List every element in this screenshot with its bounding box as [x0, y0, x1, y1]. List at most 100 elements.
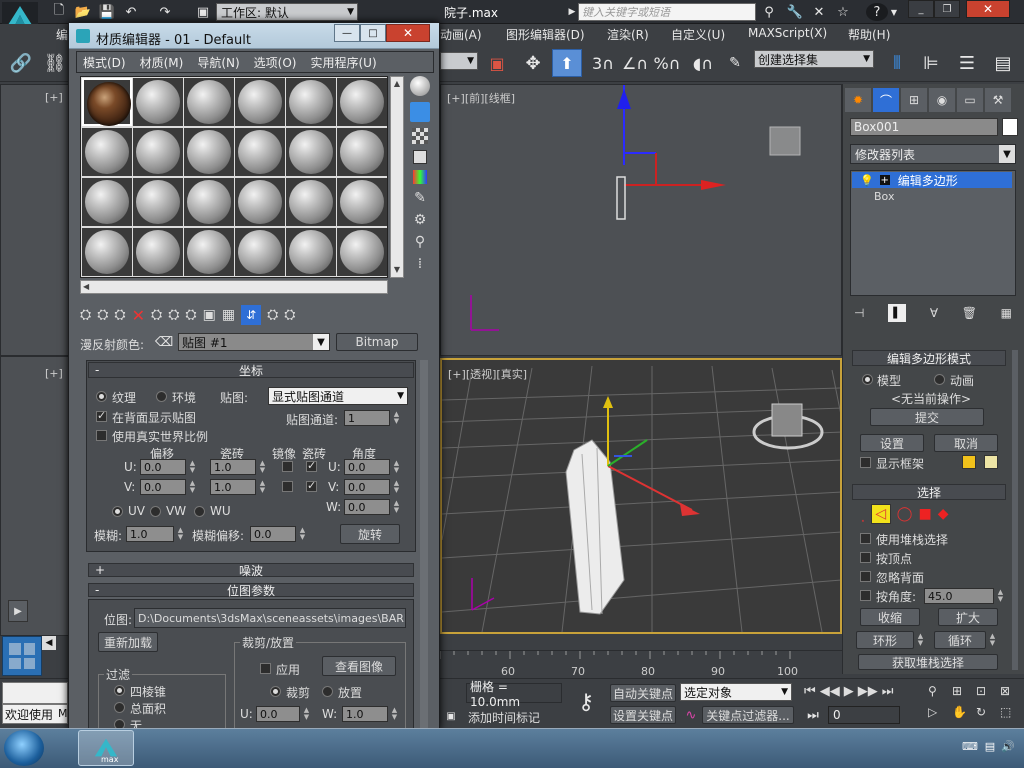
selection-rollout-header[interactable]: 选择 — [852, 484, 1006, 500]
v-offset-spinner[interactable]: ▲ ▼ — [188, 480, 197, 494]
workspace-dropdown[interactable]: 工作区: 默认 ▼ — [216, 3, 358, 21]
crop-w-field[interactable]: 1.0 — [342, 706, 388, 722]
settings-button[interactable]: 设置 — [860, 434, 924, 452]
material-sample-slot[interactable] — [133, 128, 183, 176]
help-icon[interactable]: ? — [866, 3, 888, 21]
apply-checkbox[interactable] — [260, 663, 271, 674]
menu-item-edit[interactable]: 编 — [56, 26, 68, 43]
viewport-layout-icon[interactable] — [2, 636, 42, 676]
zoom-all-icon[interactable]: ⊞ — [952, 684, 974, 703]
copy-material-icon[interactable]: ⛭ — [151, 307, 162, 323]
cancel-button[interactable]: 取消 — [934, 434, 998, 452]
wu-radio[interactable] — [194, 506, 205, 517]
environ-radio[interactable] — [156, 391, 167, 402]
angle-snap-icon[interactable]: ∠∩ — [622, 50, 648, 76]
sample-type-icon[interactable] — [410, 76, 430, 96]
configure-sets-icon[interactable]: ▦ — [1001, 306, 1012, 320]
taskbar-app-3dsmax[interactable]: max — [78, 730, 134, 766]
show-map-icon[interactable]: ▦ — [222, 307, 235, 323]
layer-manager-icon[interactable]: ☰ — [954, 50, 980, 76]
material-sample-slot[interactable] — [286, 128, 336, 176]
make-unique-icon[interactable]: ∀ — [930, 306, 938, 320]
material-sample-slot[interactable] — [337, 78, 387, 126]
pan-icon[interactable]: ✋ — [952, 705, 974, 724]
link-icon[interactable]: 🔗 — [8, 50, 34, 76]
search-arrow-icon[interactable]: ▶ — [566, 3, 578, 21]
mat-maximize-button[interactable]: □ — [360, 24, 386, 42]
material-sample-slot[interactable] — [184, 128, 234, 176]
bitmap-path-button[interactable]: D:\Documents\3dsMax\sceneassets\images\B… — [134, 608, 406, 628]
fov-icon[interactable]: ▷ — [928, 705, 950, 724]
material-sample-slot[interactable] — [286, 178, 336, 226]
pin-stack-icon[interactable]: ⊣ — [854, 306, 864, 320]
polygon-mode-icon[interactable]: ■ — [918, 506, 931, 522]
selected-objects-dropdown[interactable]: 选定对象 ▼ — [680, 683, 792, 701]
scroll-up-icon[interactable]: ▲ — [391, 77, 403, 91]
texture-radio[interactable] — [96, 391, 107, 402]
material-sample-slot[interactable] — [235, 128, 285, 176]
mat-menu-options[interactable]: 选项(O) — [254, 54, 297, 71]
menu-item-help[interactable]: 帮助(H) — [848, 26, 890, 43]
mat-editor-scrollbar[interactable] — [420, 360, 428, 728]
menu-item-customize[interactable]: 自定义(U) — [671, 26, 725, 43]
binoculars-icon[interactable]: ⚲ — [760, 3, 778, 21]
w-angle-spinner[interactable]: ▲ ▼ — [392, 500, 401, 514]
material-sample-slot[interactable] — [82, 128, 132, 176]
blur-offset-spinner[interactable]: ▲ ▼ — [298, 527, 307, 541]
reload-button[interactable]: 重新加载 — [98, 632, 158, 652]
edit-poly-mode-header[interactable]: 编辑多边形模式 — [852, 350, 1006, 366]
crop-u-field[interactable]: 0.0 — [256, 706, 300, 722]
snap-3-icon[interactable]: 3∩ — [590, 50, 616, 76]
material-sample-slot[interactable] — [235, 178, 285, 226]
material-id-icon[interactable]: ▣ — [203, 307, 216, 323]
u-angle-field[interactable]: 0.0 — [344, 459, 390, 475]
place-radio[interactable] — [322, 686, 333, 697]
minimize-button[interactable]: _ — [908, 0, 934, 18]
zoom-extents-icon[interactable]: ⊡ — [976, 684, 998, 703]
ignore-backfacing-checkbox[interactable] — [860, 571, 871, 582]
angle-spinner-field[interactable]: 45.0 — [924, 588, 994, 604]
bitmap-params-header[interactable]: - 位图参数 — [88, 583, 414, 598]
orbit-icon[interactable]: ↻ — [976, 705, 998, 724]
background-checker-icon[interactable] — [412, 128, 428, 144]
select-by-material-icon[interactable]: ⚲ — [415, 234, 425, 250]
maximize-viewport-icon[interactable]: ⬚ — [1000, 705, 1022, 724]
viewport-shading[interactable]: [真实] — [496, 368, 527, 381]
coordinates-header[interactable]: - 坐标 — [88, 362, 414, 378]
w-angle-field[interactable]: 0.0 — [344, 499, 390, 515]
mat-menu-navigation[interactable]: 导航(N) — [197, 54, 239, 71]
v-offset-field[interactable]: 0.0 — [140, 479, 186, 495]
ring-button[interactable]: 环形 — [856, 631, 914, 649]
keyboard-tray-icon[interactable]: ⌨ — [962, 738, 978, 754]
menu-item-graph-editors[interactable]: 图形编辑器(D) — [506, 26, 585, 43]
map-channel-field[interactable]: 1 — [344, 410, 390, 426]
redo-icon[interactable]: ↷ — [156, 3, 174, 21]
spinner-snap-icon[interactable]: ◖∩ — [690, 50, 716, 76]
selection-filter-dropdown[interactable]: ▼ — [440, 52, 478, 70]
v-tiling-spinner[interactable]: ▲ ▼ — [258, 480, 267, 494]
go-to-start-icon[interactable]: ⏮ — [804, 684, 816, 702]
modifier-list-dropdown[interactable]: 修改器列表 ▼ — [850, 144, 1016, 164]
edit-named-sets-icon[interactable]: ✎ — [722, 50, 748, 76]
add-time-tag[interactable]: 添加时间标记 — [468, 709, 540, 726]
go-to-end-icon[interactable]: ⏭ — [882, 684, 894, 702]
viewport-plus[interactable]: [+] — [448, 368, 466, 381]
crop-u-spinner[interactable]: ▲ ▼ — [302, 707, 311, 721]
material-map-navigator-icon[interactable]: ⁞ — [418, 256, 422, 272]
mat-menu-utilities[interactable]: 实用程序(U) — [310, 54, 376, 71]
reset-map-icon[interactable]: ✕ — [132, 306, 145, 325]
stack-item-edit-poly[interactable]: 💡 + 编辑多边形 — [852, 172, 1012, 188]
u-offset-spinner[interactable]: ▲ ▼ — [188, 460, 197, 474]
timeline-ruler[interactable]: 60 70 80 90 100 — [440, 650, 842, 678]
eyedropper-icon[interactable]: ⌫ — [155, 334, 173, 350]
material-sample-slot[interactable] — [133, 178, 183, 226]
vw-radio[interactable] — [150, 506, 161, 517]
display-tab-icon[interactable]: ▭ — [957, 88, 983, 112]
project-folder-icon[interactable]: ▣ — [194, 3, 212, 21]
scroll-left-button[interactable]: ◀ — [42, 636, 56, 650]
v-tile-checkbox[interactable] — [306, 479, 317, 492]
rotate-button[interactable]: 旋转 — [340, 524, 400, 544]
show-cage-checkbox[interactable] — [860, 457, 871, 468]
key-mode-icon[interactable]: ⏭ — [804, 706, 822, 724]
model-radio[interactable] — [862, 374, 873, 385]
